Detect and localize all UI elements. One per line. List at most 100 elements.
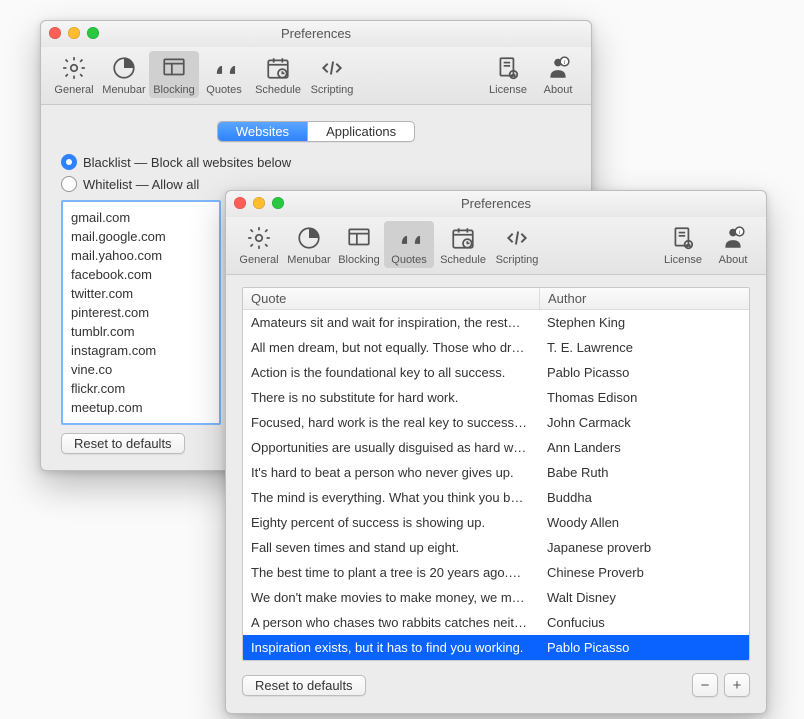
titlebar[interactable]: Preferences	[226, 191, 766, 217]
tool-label: About	[533, 84, 583, 96]
cell-quote: Eighty percent of success is showing up.	[243, 510, 539, 535]
schedule-icon	[249, 53, 307, 83]
tool-schedule[interactable]: Schedule	[249, 51, 307, 98]
quotes-icon	[199, 53, 249, 83]
tool-blocking[interactable]: Blocking	[149, 51, 199, 98]
table-row[interactable]: There is no substitute for hard work.Tho…	[243, 385, 749, 410]
tool-scripting[interactable]: Scripting	[307, 51, 357, 98]
tool-license[interactable]: License	[483, 51, 533, 98]
radio-off-icon[interactable]	[61, 176, 77, 192]
cell-author: Pablo Picasso	[539, 635, 749, 660]
tool-label: License	[483, 84, 533, 96]
cell-quote: The best time to plant a tree is 20 year…	[243, 560, 539, 585]
zoom-icon[interactable]	[87, 27, 99, 39]
site-item[interactable]: gmail.com	[71, 208, 211, 227]
table-row[interactable]: Amateurs sit and wait for inspiration, t…	[243, 310, 749, 335]
cell-author: Buddha	[539, 485, 749, 510]
tool-label: Schedule	[434, 254, 492, 266]
radio-blacklist-label: Blacklist — Block all websites below	[83, 155, 291, 170]
tool-menubar[interactable]: Menubar	[284, 221, 334, 268]
radio-on-icon[interactable]	[61, 154, 77, 170]
close-icon[interactable]	[49, 27, 61, 39]
radio-blacklist-row[interactable]: Blacklist — Block all websites below	[61, 154, 575, 170]
table-header: Quote Author	[243, 288, 749, 310]
table-row[interactable]: The best time to plant a tree is 20 year…	[243, 560, 749, 585]
table-row[interactable]: Inspiration exists, but it has to find y…	[243, 635, 749, 660]
close-icon[interactable]	[234, 197, 246, 209]
cell-quote: Amateurs sit and wait for inspiration, t…	[243, 310, 539, 335]
site-item[interactable]: vine.co	[71, 360, 211, 379]
table-row[interactable]: Eighty percent of success is showing up.…	[243, 510, 749, 535]
tool-license[interactable]: License	[658, 221, 708, 268]
quotes-table[interactable]: Quote Author Amateurs sit and wait for i…	[242, 287, 750, 661]
tool-label: General	[234, 254, 284, 266]
table-row[interactable]: Fall seven times and stand up eight.Japa…	[243, 535, 749, 560]
quotes-icon	[384, 223, 434, 253]
svg-text:i: i	[739, 229, 741, 236]
tool-quotes[interactable]: Quotes	[199, 51, 249, 98]
site-item[interactable]: flickr.com	[71, 379, 211, 398]
table-row[interactable]: Opportunities are usually disguised as h…	[243, 435, 749, 460]
cell-author: Walt Disney	[539, 585, 749, 610]
tool-label: About	[708, 254, 758, 266]
table-row[interactable]: Action is the foundational key to all su…	[243, 360, 749, 385]
table-row[interactable]: It's hard to beat a person who never giv…	[243, 460, 749, 485]
cell-quote: It's hard to beat a person who never giv…	[243, 460, 539, 485]
minimize-icon[interactable]	[68, 27, 80, 39]
radio-whitelist-label: Whitelist — Allow all	[83, 177, 199, 192]
tool-label: Menubar	[284, 254, 334, 266]
site-item[interactable]: twitter.com	[71, 284, 211, 303]
preferences-quotes-window: Preferences GeneralMenubarBlockingQuotes…	[225, 190, 767, 714]
general-icon	[234, 223, 284, 253]
site-item[interactable]: instagram.com	[71, 341, 211, 360]
tool-about[interactable]: iAbout	[533, 51, 583, 98]
about-icon: i	[708, 223, 758, 253]
tool-schedule[interactable]: Schedule	[434, 221, 492, 268]
tool-about[interactable]: i About	[708, 221, 758, 268]
tool-label: Scripting	[307, 84, 357, 96]
tool-menubar[interactable]: Menubar	[99, 51, 149, 98]
table-row[interactable]: All men dream, but not equally. Those wh…	[243, 335, 749, 360]
site-item[interactable]: facebook.com	[71, 265, 211, 284]
header-quote[interactable]: Quote	[243, 288, 540, 309]
tool-scripting[interactable]: Scripting	[492, 221, 542, 268]
license-icon	[483, 53, 533, 83]
titlebar[interactable]: Preferences	[41, 21, 591, 47]
cell-author: John Carmack	[539, 410, 749, 435]
minimize-icon[interactable]	[253, 197, 265, 209]
seg-applications[interactable]: Applications	[308, 122, 414, 141]
tool-label: Quotes	[199, 84, 249, 96]
menubar-icon	[284, 223, 334, 253]
tool-quotes[interactable]: Quotes	[384, 221, 434, 268]
remove-button[interactable]: −	[692, 673, 718, 697]
tool-general[interactable]: General	[49, 51, 99, 98]
seg-websites[interactable]: Websites	[218, 122, 308, 141]
site-item[interactable]: mail.google.com	[71, 227, 211, 246]
blocked-sites-list[interactable]: gmail.commail.google.commail.yahoo.comfa…	[61, 200, 221, 425]
cell-quote: Inspiration exists, but it has to find y…	[243, 635, 539, 660]
table-row[interactable]: Focused, hard work is the real key to su…	[243, 410, 749, 435]
tool-general[interactable]: General	[234, 221, 284, 268]
table-row[interactable]: We don't make movies to make money, we m…	[243, 585, 749, 610]
tool-blocking[interactable]: Blocking	[334, 221, 384, 268]
window-title: Preferences	[281, 26, 351, 41]
table-row[interactable]: A person who chases two rabbits catches …	[243, 610, 749, 635]
reset-button[interactable]: Reset to defaults	[242, 675, 366, 696]
add-button[interactable]: +	[724, 673, 750, 697]
cell-author: Ann Landers	[539, 435, 749, 460]
header-author[interactable]: Author	[540, 288, 749, 309]
zoom-icon[interactable]	[272, 197, 284, 209]
toolbar: GeneralMenubarBlockingQuotesScheduleScri…	[41, 47, 591, 105]
cell-author: Chinese Proverb	[539, 560, 749, 585]
site-item[interactable]: meetup.com	[71, 398, 211, 417]
cell-quote: Opportunities are usually disguised as h…	[243, 435, 539, 460]
site-item[interactable]: tumblr.com	[71, 322, 211, 341]
site-item[interactable]: pinterest.com	[71, 303, 211, 322]
site-item[interactable]: mail.yahoo.com	[71, 246, 211, 265]
scripting-icon	[307, 53, 357, 83]
menubar-icon	[99, 53, 149, 83]
window-title: Preferences	[461, 196, 531, 211]
reset-button[interactable]: Reset to defaults	[61, 433, 185, 454]
tool-label: Schedule	[249, 84, 307, 96]
table-row[interactable]: The mind is everything. What you think y…	[243, 485, 749, 510]
